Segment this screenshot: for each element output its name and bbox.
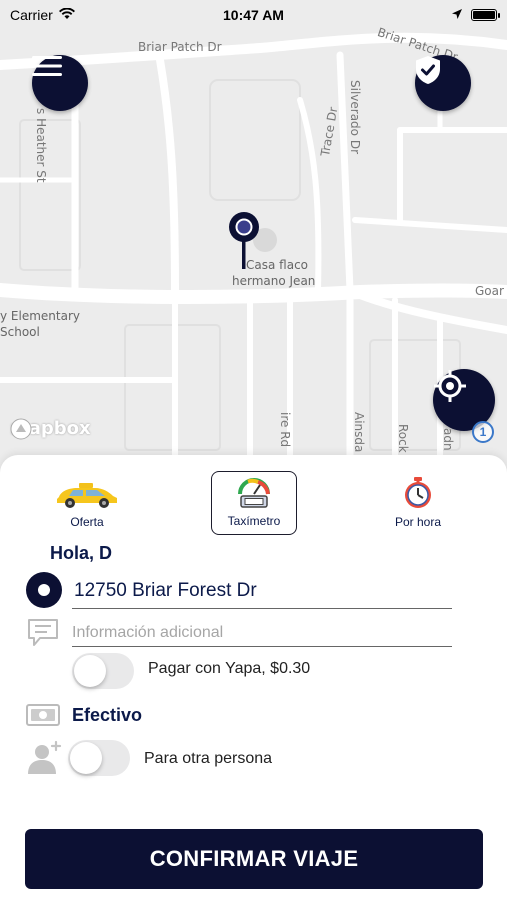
menu-button[interactable]: [32, 55, 88, 111]
payment-method-label[interactable]: Efectivo: [72, 705, 142, 726]
service-option-oferta[interactable]: Oferta: [44, 471, 130, 535]
street-label: ire Rd: [278, 412, 292, 448]
street-label: Goar: [475, 284, 504, 298]
poi-line: hermano Jean: [232, 274, 316, 288]
carrier-label: Carrier: [10, 7, 53, 23]
taxi-car-icon: [57, 483, 117, 508]
yapa-toggle[interactable]: [72, 653, 134, 689]
taximeter-icon: [238, 478, 270, 508]
mapbox-logo[interactable]: mapbox: [10, 418, 91, 440]
street-label: Briar Patch Dr: [138, 40, 222, 54]
service-option-taximetro[interactable]: Taxímetro: [211, 471, 297, 535]
map-view[interactable]: Briar Patch Dr Briar Patch Dr s Heather …: [0, 0, 507, 470]
other-person-toggle[interactable]: [68, 740, 130, 776]
service-label: Por hora: [394, 515, 442, 529]
street-label: Rock: [396, 424, 410, 453]
street-label: Ainsda: [352, 412, 366, 453]
yapa-label: Pagar con Yapa, $0.30: [148, 660, 311, 677]
info-badge-text: 1: [479, 425, 487, 439]
status-time: 10:47 AM: [223, 7, 284, 23]
greeting-text: Hola, D: [50, 543, 113, 563]
add-person-icon: [28, 740, 62, 774]
stopwatch-icon: [405, 477, 431, 508]
wifi-icon: [58, 7, 75, 23]
booking-sheet: Oferta Taxímetro Por hora Hola, D 12750 …: [0, 455, 507, 900]
street-label: s Heather St: [34, 108, 48, 183]
service-label: Taxímetro: [227, 514, 281, 528]
hamburger-menu-icon: [32, 56, 62, 76]
crosshair-locate-icon: [434, 370, 466, 402]
pickup-pin-icon: [229, 212, 259, 269]
location-arrow-icon: [451, 7, 463, 23]
cash-icon: [26, 704, 60, 726]
service-option-por-hora[interactable]: Por hora: [375, 471, 461, 535]
street-label: adn: [441, 428, 455, 451]
service-label: Oferta: [70, 515, 104, 529]
additional-info-field[interactable]: Información adicional: [72, 619, 452, 647]
poi-school-label: y Elementary School: [0, 308, 80, 340]
toggle-knob: [74, 655, 106, 687]
poi-line: School: [0, 325, 40, 339]
origin-marker-icon: [26, 572, 62, 608]
comment-icon: [28, 619, 58, 646]
confirm-ride-button[interactable]: CONFIRMAR VIAJE: [25, 829, 483, 889]
status-bar: Carrier 10:47 AM: [0, 0, 507, 30]
toggle-knob: [70, 742, 102, 774]
street-label: Silverado Dr: [348, 80, 362, 155]
pickup-address-field[interactable]: 12750 Briar Forest Dr: [72, 575, 452, 609]
map-attribution-info-button[interactable]: 1: [472, 421, 494, 443]
shield-check-icon: [416, 56, 440, 84]
mapbox-icon: [10, 418, 32, 440]
safety-button[interactable]: [415, 55, 471, 111]
poi-line: y Elementary: [0, 309, 80, 323]
battery-icon: [471, 9, 500, 21]
other-person-label: Para otra persona: [144, 750, 273, 767]
